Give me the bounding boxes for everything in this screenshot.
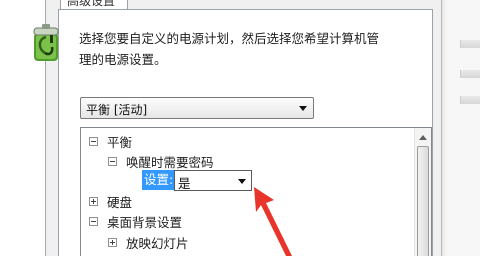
collapse-toggle-icon[interactable] xyxy=(89,136,98,146)
tree-item-label: 唤醒时需要密码 xyxy=(126,154,214,170)
tab-label: 高级设置 xyxy=(67,0,116,8)
background-mark xyxy=(460,96,480,104)
tree-item-desktop-background[interactable]: 桌面背景设置 xyxy=(89,211,182,231)
background-window-edge xyxy=(442,0,480,256)
power-plan-value: 平衡 [活动] xyxy=(86,103,148,117)
tree-item-label: 放映幻灯片 xyxy=(126,235,189,251)
setting-value: 是 xyxy=(178,176,191,191)
expand-toggle-icon[interactable] xyxy=(89,196,98,206)
scrollbar-thumb[interactable] xyxy=(417,146,429,256)
tree-item-label: 硬盘 xyxy=(107,194,133,210)
tree-item-hard-disk[interactable]: 硬盘 xyxy=(89,191,132,211)
dialog-description: 选择您要自定义的电源计划，然后选择您希望计算机管理的电源设置。 xyxy=(79,31,380,67)
tree-item-wake-password[interactable]: 唤醒时需要密码 xyxy=(108,151,214,171)
background-mark xyxy=(460,70,480,78)
expand-toggle-icon[interactable] xyxy=(108,237,117,247)
tree-item-label: 平衡 xyxy=(107,134,133,150)
power-plan-dropdown[interactable]: 平衡 [活动] xyxy=(80,97,314,119)
chevron-down-icon[interactable] xyxy=(238,179,246,184)
tree-item-balanced[interactable]: 平衡 xyxy=(89,131,132,151)
scroll-up-icon[interactable] xyxy=(419,135,427,140)
background-mark xyxy=(460,40,480,48)
tree-item-label: 桌面背景设置 xyxy=(107,214,183,230)
setting-label: 设置: xyxy=(142,170,174,190)
tree-item-slideshow[interactable]: 放映幻灯片 xyxy=(108,232,189,252)
setting-value-dropdown[interactable]: 是 xyxy=(174,170,252,191)
battery-power-icon xyxy=(33,24,59,61)
red-arrow-annotation xyxy=(254,187,292,256)
collapse-toggle-icon[interactable] xyxy=(89,216,98,226)
collapse-toggle-icon[interactable] xyxy=(108,156,117,166)
tree-scrollbar[interactable] xyxy=(414,128,431,256)
chevron-down-icon[interactable] xyxy=(299,106,307,111)
